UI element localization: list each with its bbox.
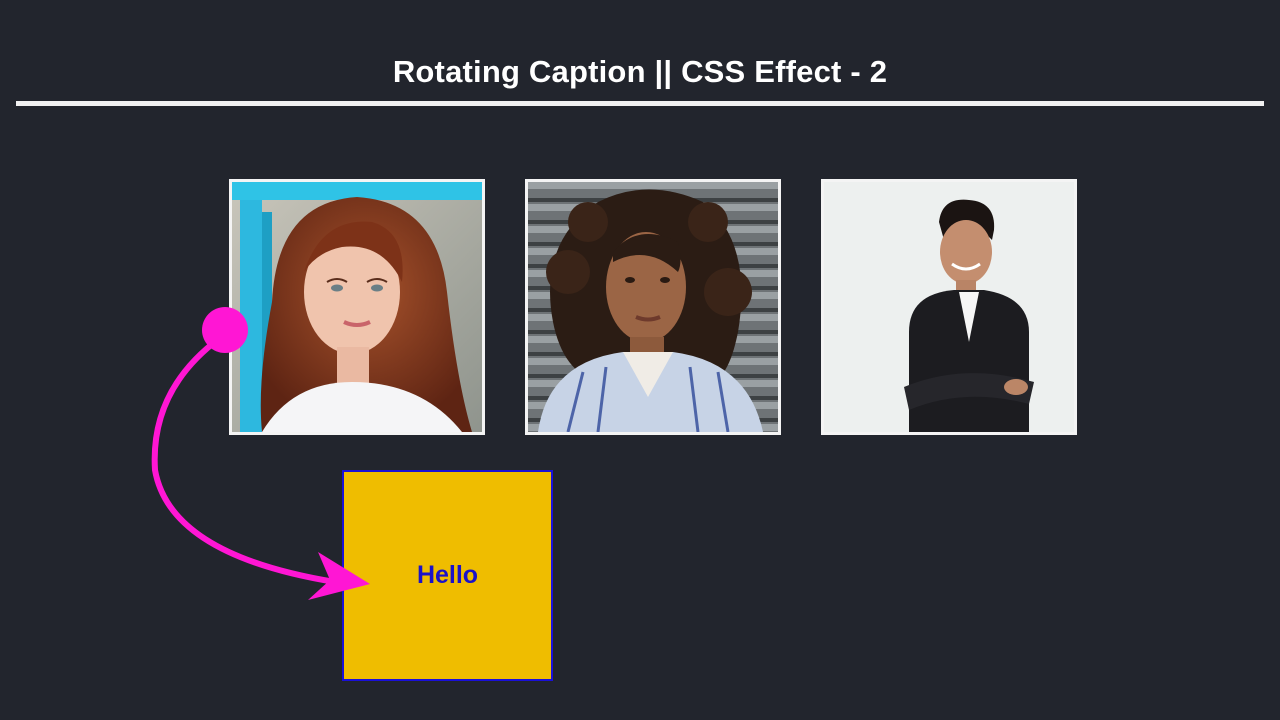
caption-text: Hello: [416, 561, 479, 589]
page-title: Rotating Caption || CSS Effect - 2: [392, 54, 888, 89]
title-divider: [16, 101, 1264, 106]
image-card-2[interactable]: [525, 179, 781, 435]
woman-curly-hair-photo: [528, 182, 778, 432]
image-card-3[interactable]: [821, 179, 1077, 435]
woman-red-hair-photo: [232, 182, 482, 432]
caption-box: Hello: [342, 470, 553, 681]
man-suit-photo: [824, 182, 1074, 432]
image-card-1[interactable]: [229, 179, 485, 435]
